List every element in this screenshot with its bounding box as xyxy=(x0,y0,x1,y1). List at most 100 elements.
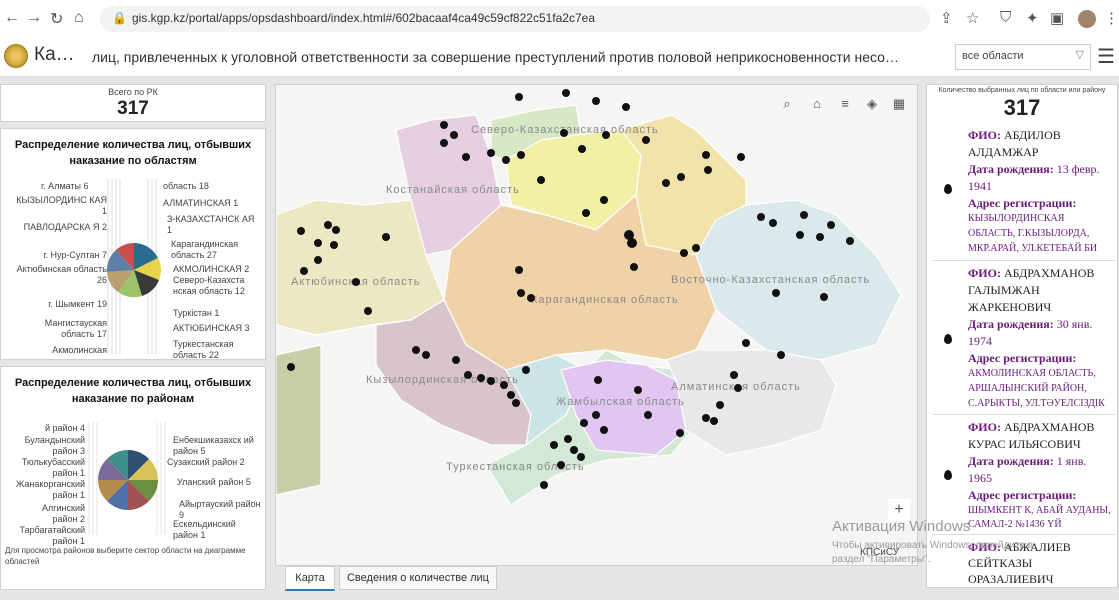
district-chart-title: Распределение количества лиц, отбывших н… xyxy=(14,377,252,405)
region-label-l0: г. Алматы 6 xyxy=(41,181,89,191)
map-label-kyzylorda: Кызылординская область xyxy=(366,374,519,386)
app-header: Ка… лиц, привлеченных к уголовной ответс… xyxy=(0,38,1119,77)
arrow-left-icon[interactable]: ← xyxy=(4,9,20,27)
district-label-r0: Енбекшиказахск ий район 5 xyxy=(173,435,254,456)
record-fio-key: ФИО: xyxy=(968,266,1001,280)
map-label-kostanay: Костанайская область xyxy=(386,184,520,196)
record-addr-key: Адрес регистрации: xyxy=(968,351,1077,365)
list-item[interactable]: ФИО: АБДРАХМАНОВ ГАЛЫМЖАН ЖАРКЕНОВИЧ Дат… xyxy=(932,262,1115,415)
browser-toolbar: ← → ↻ ⌂ 🔒 gis.kgp.kz/portal/apps/opsdash… xyxy=(0,0,1119,39)
layers-icon[interactable]: ◈ xyxy=(861,93,883,115)
tab-map[interactable]: Карта xyxy=(285,566,335,591)
total-value: 317 xyxy=(117,98,149,119)
map-pin-icon xyxy=(944,470,952,480)
chevron-down-icon: ▽ xyxy=(1075,49,1084,61)
record-addr-1: КЫЗЫЛОРДИНСКАЯ xyxy=(968,213,1065,224)
map-panel[interactable]: Северо-Казахстанская область Костанайска… xyxy=(275,84,918,566)
record-fio-key: ФИО: xyxy=(968,420,1001,434)
record-dob: 13 февр. xyxy=(1056,162,1100,176)
region-label-l3: г. Нур-Султан 7 xyxy=(43,250,107,260)
url-text: gis.kgp.kz/portal/apps/opsdashboard/inde… xyxy=(132,11,595,25)
share-icon[interactable]: ⇪ xyxy=(940,9,953,27)
region-select-value: все области xyxy=(962,50,1024,62)
record-dob-2: 1965 xyxy=(968,471,992,485)
record-dob-key: Дата рождения: xyxy=(968,454,1054,468)
record-fio: АБДРАХМАНОВ xyxy=(1003,266,1095,280)
list-count-label: Количество выбранных лиц по области или … xyxy=(938,87,1106,94)
district-label-r1: Сузакский район 2 xyxy=(167,457,245,467)
avatar[interactable] xyxy=(1078,10,1096,28)
district-label-l0: й район 4 xyxy=(44,423,85,433)
kazakhstan-map[interactable]: Северо-Казахстанская область Костанайска… xyxy=(276,85,917,565)
region-label-r4: АКМОЛИНСКАЯ 2 xyxy=(173,264,250,274)
extensions-icon[interactable]: ✦ xyxy=(1026,9,1039,27)
star-icon[interactable]: ☆ xyxy=(966,9,979,27)
more-icon[interactable]: ⋮ xyxy=(1104,9,1119,27)
record-fio-2: СЕЙТКАЗЫ xyxy=(968,556,1033,570)
record-addr-2: САМАЛ-2 №1436 ҮЙ xyxy=(968,519,1062,530)
lock-icon: 🔒 xyxy=(112,11,127,25)
region-select[interactable]: все области ▽ xyxy=(955,44,1091,70)
district-label-r5: Ескельдинский район 1 xyxy=(173,519,236,540)
map-label-east: Восточно-Казахстанская область xyxy=(671,274,870,286)
record-dob: 1 янв. xyxy=(1056,454,1087,468)
region-chart-title: Распределение количества лиц, отбывших н… xyxy=(14,139,252,167)
arrow-right-icon[interactable]: → xyxy=(26,9,42,27)
district-label-l2: Тюлькубасский район 1 xyxy=(21,457,85,478)
map-label-zhambyl: Жамбылская область xyxy=(556,396,685,408)
shield-icon[interactable]: ⛉ xyxy=(1000,9,1011,26)
record-dob-2: 1941 xyxy=(968,179,992,193)
list-icon[interactable]: ≡ xyxy=(834,93,856,115)
reload-icon[interactable]: ↻ xyxy=(50,9,63,29)
record-fio-2: АЛДАМЖАР xyxy=(968,145,1039,159)
record-dob-key: Дата рождения: xyxy=(968,162,1054,176)
district-label-r2: Уланский район 5 xyxy=(177,477,251,487)
menu-icon[interactable]: ☰ xyxy=(1097,44,1115,69)
district-label-l5: Тарбагатайский район 1 xyxy=(19,525,86,546)
app-short-title: Ка… xyxy=(34,44,75,65)
list-count-value: 317 xyxy=(1003,95,1041,120)
record-addr-3: МКР.АРАЙ, УЛ.КЕТЕБАЙ БИ xyxy=(968,243,1098,254)
district-pie[interactable] xyxy=(98,450,158,510)
activation-watermark-line2: Чтобы активировать Windows, перейдите в xyxy=(832,540,1034,551)
home-icon[interactable]: ⌂ xyxy=(806,93,828,115)
region-label-l7: Мангистауская область 17 xyxy=(44,318,107,339)
region-label-r5: Северо-Казахста нская область 12 xyxy=(173,275,245,296)
record-addr-key: Адрес регистрации: xyxy=(968,488,1077,502)
list-item[interactable]: ФИО: АБДИЛОВ АЛДАМЖАР Дата рождения: 13 … xyxy=(932,124,1115,261)
record-fio-key: ФИО: xyxy=(968,128,1001,142)
region-label-r7: АКТЮБИНСКАЯ 3 xyxy=(173,323,250,333)
map-pin-icon xyxy=(944,184,952,194)
search-icon[interactable]: ⌕ xyxy=(776,93,798,115)
total-label: Всего по РК xyxy=(108,87,158,97)
activation-watermark-line3: раздел "Параметры". xyxy=(832,554,931,565)
district-label-l4: Алгинский район 2 xyxy=(41,503,85,524)
record-addr-1: ШЫМКЕНТ К, АБАЙ АУДАНЫ, xyxy=(968,505,1111,516)
record-fio-2: КУРАС ИЛЬЯСОВИЧ xyxy=(968,437,1081,451)
district-chart-panel: Распределение количества лиц, отбывших н… xyxy=(0,366,266,590)
record-dob-key: Дата рождения: xyxy=(968,317,1054,331)
map-pin-icon xyxy=(944,334,952,344)
region-mangystau xyxy=(276,344,322,496)
home-icon[interactable]: ⌂ xyxy=(74,9,84,27)
region-label-r3: Карагандинская область 27 xyxy=(171,239,239,260)
region-label-l4: Актюбинская область 26 xyxy=(16,264,107,285)
record-fio: АБДИЛОВ xyxy=(1003,128,1061,142)
region-label-r1: АЛМАТИНСКАЯ 1 xyxy=(163,198,239,208)
record-dob: 30 янв. xyxy=(1056,317,1093,331)
district-label-l1: Буландынский район 3 xyxy=(24,435,85,456)
sidebar-icon[interactable]: ▣ xyxy=(1050,9,1064,27)
record-addr-1: АКМОЛИНСКАЯ ОБЛАСТЬ, xyxy=(968,368,1096,379)
region-label-l2: ПАВЛОДАРСКА Я 2 xyxy=(23,222,107,232)
basemap-icon[interactable]: ▦ xyxy=(888,93,910,115)
region-pie[interactable] xyxy=(106,243,161,298)
region-chart-panel: Распределение количества лиц, отбывших н… xyxy=(0,128,266,360)
region-label-l1: КЫЗЫЛОРДИНС КАЯ 1 xyxy=(16,195,107,216)
tab-details[interactable]: Сведения о количестве лиц xyxy=(339,566,497,590)
record-dob-2: 1974 xyxy=(968,334,992,348)
address-bar[interactable]: 🔒 gis.kgp.kz/portal/apps/opsdashboard/in… xyxy=(100,6,930,32)
district-label-l3: Жанакорганский район 1 xyxy=(16,479,85,500)
region-label-r8: Туркестанская область 22 xyxy=(173,339,234,360)
page-title: лиц, привлеченных к уголовной ответствен… xyxy=(92,49,899,65)
record-fio-3: ЖАРКЕНОВИЧ xyxy=(968,300,1052,314)
